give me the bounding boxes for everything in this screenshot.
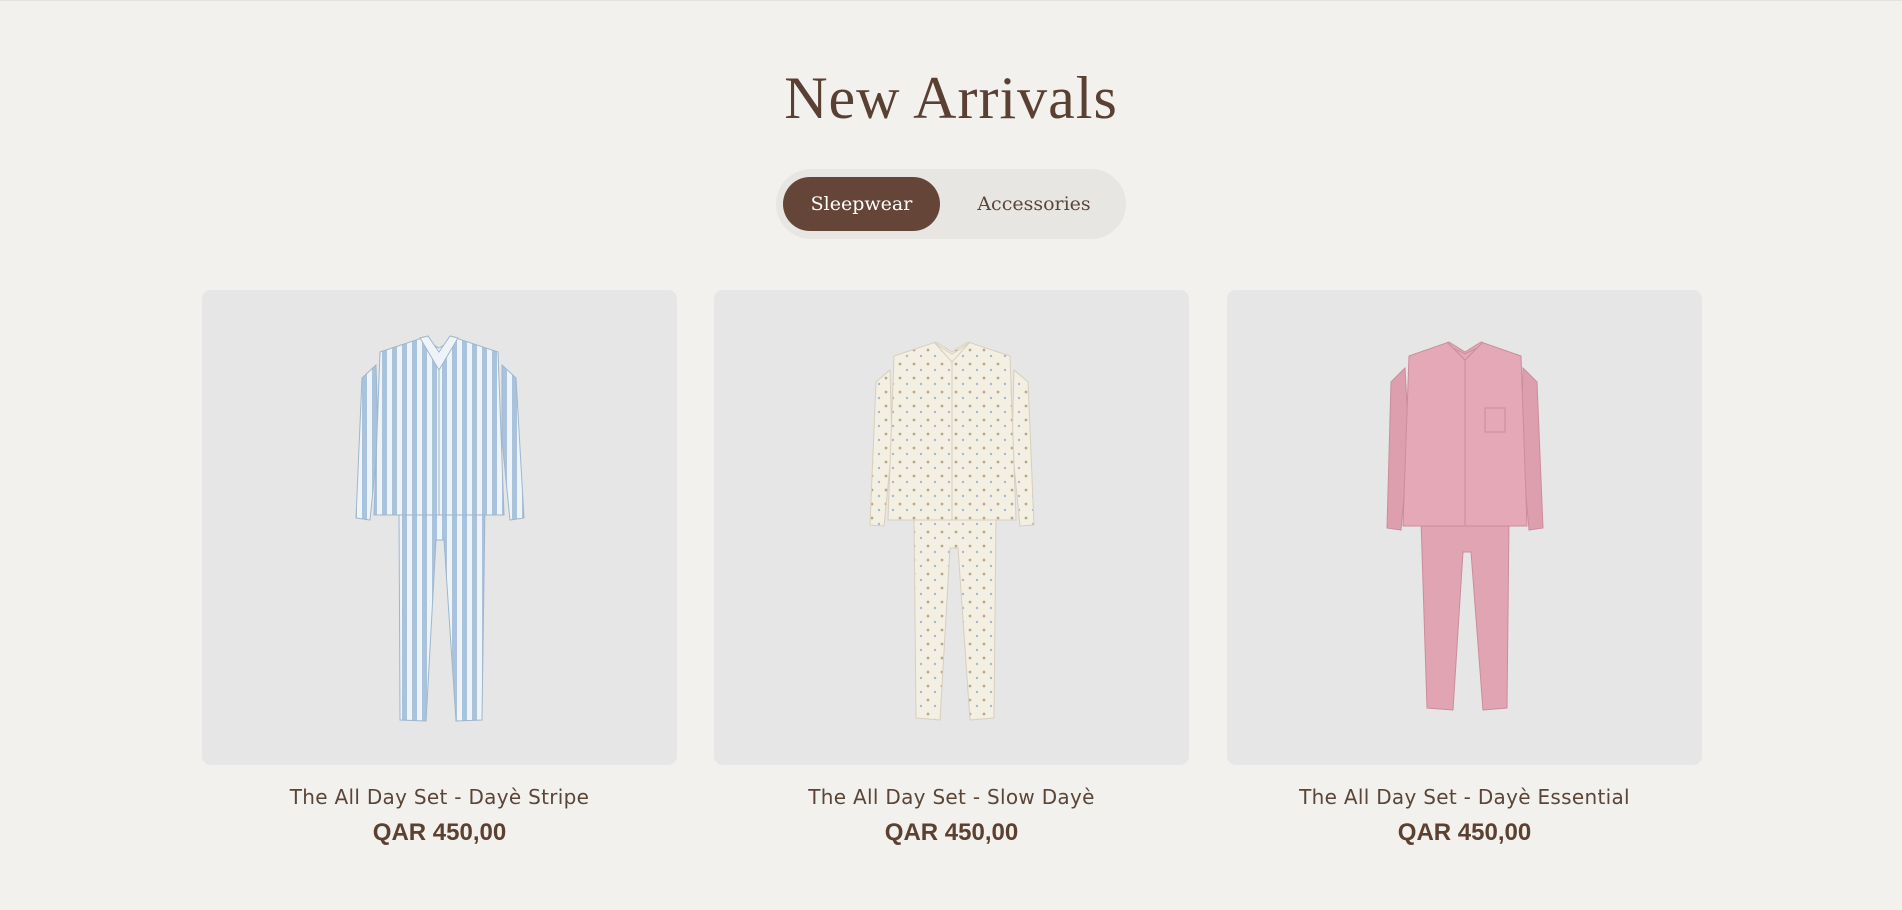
category-tabs: Sleepwear Accessories [776, 169, 1126, 239]
striped-pajama-set-icon [355, 335, 525, 722]
tab-sleepwear[interactable]: Sleepwear [783, 177, 940, 231]
product-title[interactable]: The All Day Set - Dayè Essential [1227, 785, 1702, 809]
product-card[interactable]: The All Day Set - Dayè Stripe QAR 450,00 [202, 290, 677, 847]
product-title[interactable]: The All Day Set - Dayè Stripe [202, 785, 677, 809]
product-image[interactable] [1227, 290, 1702, 765]
product-price: QAR 450,00 [884, 819, 1019, 846]
product-card[interactable]: The All Day Set - Dayè Essential QAR 450… [1227, 290, 1702, 847]
product-title[interactable]: The All Day Set - Slow Dayè [714, 785, 1189, 809]
product-card[interactable]: The All Day Set - Slow Dayè QAR 450,00 [714, 290, 1189, 847]
product-image[interactable] [714, 290, 1189, 765]
tab-accessories[interactable]: Accessories [954, 177, 1114, 231]
product-price: QAR 450,00 [372, 819, 507, 846]
section-title: New Arrivals [784, 65, 1118, 131]
product-image[interactable] [202, 290, 677, 765]
solid-pajama-set-icon [1386, 341, 1544, 711]
product-price: QAR 450,00 [1397, 819, 1532, 846]
printed-pajama-set-icon [869, 341, 1035, 721]
